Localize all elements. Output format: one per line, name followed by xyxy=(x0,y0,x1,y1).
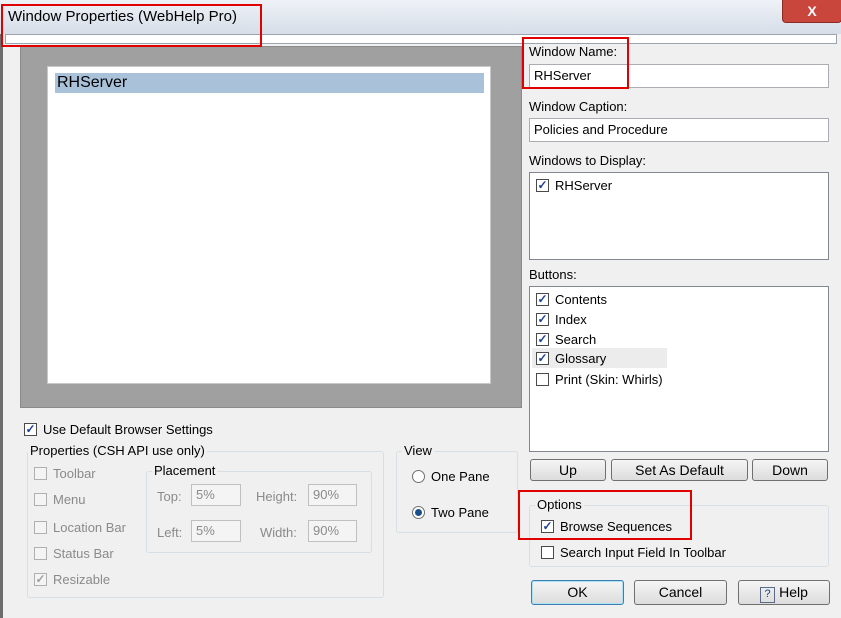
top-input[interactable]: 5% xyxy=(191,484,241,506)
help-icon: ? xyxy=(760,587,776,603)
height-input[interactable]: 90% xyxy=(308,484,357,506)
checkbox-index[interactable]: ✓ xyxy=(536,312,549,326)
checkbox-contents[interactable]: ✓ xyxy=(536,292,549,306)
use-default-browser-option[interactable]: ✓ Use Default Browser Settings xyxy=(24,419,213,439)
list-item[interactable]: ✓ Index xyxy=(536,309,587,329)
checkbox-glossary[interactable]: ✓ xyxy=(536,351,549,365)
list-item[interactable]: ✓ Contents xyxy=(536,289,607,309)
width-input[interactable]: 90% xyxy=(308,520,357,542)
search-input-label: Search Input Field In Toolbar xyxy=(560,544,726,560)
list-item[interactable]: ✓ Glossary xyxy=(532,348,667,368)
left-label: Left: xyxy=(157,525,183,540)
one-pane-option[interactable]: One Pane xyxy=(412,466,490,486)
search-input-option[interactable]: Search Input Field In Toolbar xyxy=(541,542,726,562)
windows-to-display-list[interactable]: ✓ RHServer xyxy=(529,172,829,260)
properties-title: Properties (CSH API use only) xyxy=(28,443,207,458)
list-item-label: Search xyxy=(555,331,597,347)
windows-to-display-label: Windows to Display: xyxy=(529,153,647,168)
top-label: Top: xyxy=(157,489,182,504)
buttons-label: Buttons: xyxy=(529,267,577,282)
close-icon: X xyxy=(807,3,817,19)
resizable-option[interactable]: ✓ Resizable xyxy=(34,569,110,589)
status-bar-label: Status Bar xyxy=(53,545,114,561)
browse-sequences-option[interactable]: ✓ Browse Sequences xyxy=(541,516,672,536)
window-name-input[interactable]: RHServer xyxy=(529,64,829,88)
use-default-browser-label: Use Default Browser Settings xyxy=(43,421,213,437)
left-input[interactable]: 5% xyxy=(191,520,241,542)
set-as-default-button[interactable]: Set As Default xyxy=(611,459,748,481)
view-title: View xyxy=(402,443,434,458)
resizable-label: Resizable xyxy=(53,571,111,587)
radio-one-pane[interactable] xyxy=(412,469,425,483)
help-button[interactable]: ? Help xyxy=(738,580,830,605)
window-caption-label: Window Caption: xyxy=(529,99,628,114)
location-bar-label: Location Bar xyxy=(53,519,126,535)
radio-two-pane[interactable] xyxy=(412,505,425,519)
checkbox-status-bar[interactable] xyxy=(34,546,47,560)
menu-option[interactable]: Menu xyxy=(34,489,86,509)
checkbox-rhserver[interactable]: ✓ xyxy=(536,178,549,192)
buttons-list[interactable]: ✓ Contents ✓ Index ✓ Search ✓ Glossary P… xyxy=(529,286,829,452)
window-name-label: Window Name: xyxy=(529,44,618,59)
options-title: Options xyxy=(535,497,584,512)
ok-button[interactable]: OK xyxy=(531,580,624,605)
menu-label: Menu xyxy=(53,491,86,507)
list-item-label: Contents xyxy=(555,291,608,307)
list-item-label: RHServer xyxy=(555,177,613,193)
placement-title: Placement xyxy=(152,463,218,478)
browse-sequences-label: Browse Sequences xyxy=(560,518,673,534)
list-item-label: Index xyxy=(555,311,587,327)
list-item-label: Glossary xyxy=(555,350,607,366)
list-item[interactable]: ✓ Search xyxy=(536,329,596,349)
checkbox-use-default-browser[interactable]: ✓ xyxy=(24,422,37,436)
window-caption-input[interactable]: Policies and Procedure xyxy=(529,118,829,142)
help-label: Help xyxy=(779,584,808,600)
checkbox-location-bar[interactable] xyxy=(34,520,47,534)
preview-selected-item[interactable]: RHServer xyxy=(55,73,484,93)
down-button[interactable]: Down xyxy=(752,459,828,481)
window-preview xyxy=(47,66,491,384)
tab-strip xyxy=(5,34,837,44)
left-edge xyxy=(0,34,3,618)
cancel-button[interactable]: Cancel xyxy=(634,580,727,605)
two-pane-option[interactable]: Two Pane xyxy=(412,502,489,522)
close-button[interactable]: X xyxy=(782,0,841,23)
width-label: Width: xyxy=(260,525,297,540)
up-button[interactable]: Up xyxy=(530,459,606,481)
checkbox-menu[interactable] xyxy=(34,492,47,506)
window-title: Window Properties (WebHelp Pro) xyxy=(8,8,237,25)
status-bar-option[interactable]: Status Bar xyxy=(34,543,114,563)
toolbar-label: Toolbar xyxy=(53,465,96,481)
location-bar-option[interactable]: Location Bar xyxy=(34,517,126,537)
checkbox-search[interactable]: ✓ xyxy=(536,332,549,346)
list-item[interactable]: ✓ RHServer xyxy=(536,175,612,195)
checkbox-resizable[interactable]: ✓ xyxy=(34,572,47,586)
checkbox-print[interactable] xyxy=(536,372,549,386)
checkbox-browse-sequences[interactable]: ✓ xyxy=(541,519,554,533)
one-pane-label: One Pane xyxy=(431,468,490,484)
checkbox-toolbar[interactable] xyxy=(34,466,47,480)
list-item-label: Print (Skin: Whirls) xyxy=(555,371,663,387)
list-item[interactable]: Print (Skin: Whirls) xyxy=(536,369,663,389)
checkbox-search-input[interactable] xyxy=(541,545,554,559)
height-label: Height: xyxy=(256,489,298,504)
two-pane-label: Two Pane xyxy=(431,504,489,520)
toolbar-option[interactable]: Toolbar xyxy=(34,463,96,483)
